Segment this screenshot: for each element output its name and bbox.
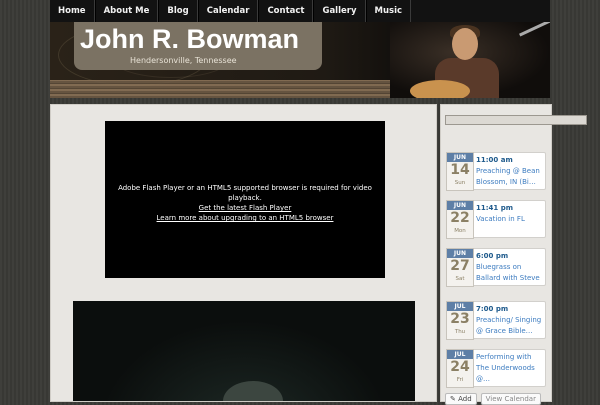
- site-header: John R. Bowman Hendersonville, Tennessee: [50, 22, 550, 98]
- date-day: 22: [450, 210, 470, 226]
- date-weekday: Fri: [456, 377, 464, 383]
- add-icon: ✎: [450, 395, 459, 403]
- microphone-image: [519, 22, 550, 37]
- event-item[interactable]: JUN 27 Sat 6:00 pm Bluegrass on Ballard …: [446, 248, 546, 287]
- event-item[interactable]: JUL 24 Fri Performing with The Underwood…: [446, 349, 546, 388]
- event-text: Performing with The Underwoods @…: [476, 352, 544, 385]
- video-message-block: Adobe Flash Player or an HTML5 supported…: [105, 183, 385, 223]
- event-title-link[interactable]: Performing with The Underwoods @…: [476, 353, 535, 383]
- date-day: 23: [450, 311, 470, 327]
- nav-contact[interactable]: Contact: [258, 0, 314, 22]
- event-text: 11:00 am Preaching @ Bean Blossom, IN (B…: [476, 155, 544, 188]
- site-subtitle: Hendersonville, Tennessee: [130, 56, 237, 65]
- date-month: JUN: [447, 153, 473, 162]
- event-time: 7:00 pm: [476, 305, 509, 313]
- event-title-link[interactable]: Bluegrass on Ballard with Steve … @ Olde…: [476, 263, 544, 285]
- nav-calendar[interactable]: Calendar: [197, 0, 259, 22]
- add-button[interactable]: ✎ Add: [445, 393, 477, 405]
- event-text: 6:00 pm Bluegrass on Ballard with Steve …: [476, 251, 544, 285]
- date-badge: JUN 27 Sat: [446, 248, 474, 287]
- date-weekday: Mon: [454, 228, 466, 234]
- header-photo: [390, 22, 550, 98]
- event-text: 7:00 pm Preaching/ Singing @ Grace Bible…: [476, 304, 544, 337]
- search-input[interactable]: [445, 115, 587, 125]
- get-flash-link[interactable]: Get the latest Flash Player: [105, 203, 385, 213]
- wood-texture: [50, 80, 430, 98]
- date-month: JUL: [447, 302, 473, 311]
- nav-about-me[interactable]: About Me: [94, 0, 159, 22]
- page-wrapper: Home About Me Blog Calendar Contact Gall…: [50, 0, 587, 405]
- view-calendar-button[interactable]: View Calendar: [480, 393, 541, 405]
- event-time: 11:00 am: [476, 156, 513, 164]
- portrait-figure: [223, 381, 283, 401]
- main-nav: Home About Me Blog Calendar Contact Gall…: [50, 0, 550, 23]
- person-head: [452, 28, 478, 60]
- event-title-link[interactable]: Preaching/ Singing @ Grace Bible…: [476, 316, 541, 335]
- nav-music[interactable]: Music: [365, 0, 412, 22]
- event-item[interactable]: JUL 23 Thu 7:00 pm Preaching/ Singing @ …: [446, 301, 546, 340]
- event-text: 11:41 pm Vacation in FL: [476, 203, 544, 225]
- event-item[interactable]: JUN 22 Mon 11:41 pm Vacation in FL: [446, 200, 546, 239]
- date-weekday: Thu: [454, 329, 466, 335]
- nav-home[interactable]: Home: [50, 0, 95, 22]
- event-item[interactable]: JUN 14 Sun 11:00 am Preaching @ Bean Blo…: [446, 152, 546, 191]
- guitar-image: [410, 80, 470, 98]
- sidebar: JUN 14 Sun 11:00 am Preaching @ Bean Blo…: [440, 104, 587, 405]
- html5-info-link[interactable]: Learn more about upgrading to an HTML5 b…: [105, 213, 385, 223]
- portrait-photo: [73, 301, 415, 401]
- date-badge: JUL 23 Thu: [446, 301, 474, 340]
- main-content: Adobe Flash Player or an HTML5 supported…: [50, 104, 437, 402]
- event-time: 6:00 pm: [476, 252, 509, 260]
- add-label: Add: [458, 395, 472, 403]
- nav-blog[interactable]: Blog: [158, 0, 198, 22]
- date-weekday: Sun: [454, 180, 466, 186]
- event-title-link[interactable]: Vacation in FL: [476, 215, 525, 223]
- flash-required-text: Adobe Flash Player or an HTML5 supported…: [118, 184, 372, 202]
- event-title-link[interactable]: Preaching @ Bean Blossom, IN (Bi…: [476, 167, 540, 186]
- calendar-actions: ✎ Add View Calendar: [445, 393, 541, 405]
- date-badge: JUN 22 Mon: [446, 200, 474, 239]
- date-day: 14: [450, 162, 470, 178]
- video-player[interactable]: Adobe Flash Player or an HTML5 supported…: [105, 121, 385, 278]
- nav-gallery[interactable]: Gallery: [313, 0, 366, 22]
- date-day: 24: [450, 359, 470, 375]
- site-title[interactable]: John R. Bowman: [80, 24, 299, 55]
- date-badge: JUN 14 Sun: [446, 152, 474, 191]
- date-month: JUL: [447, 350, 473, 359]
- date-day: 27: [450, 258, 470, 274]
- date-month: JUN: [447, 249, 473, 258]
- event-time: 11:41 pm: [476, 204, 514, 212]
- date-month: JUN: [447, 201, 473, 210]
- date-badge: JUL 24 Fri: [446, 349, 474, 388]
- date-weekday: Sat: [455, 276, 465, 282]
